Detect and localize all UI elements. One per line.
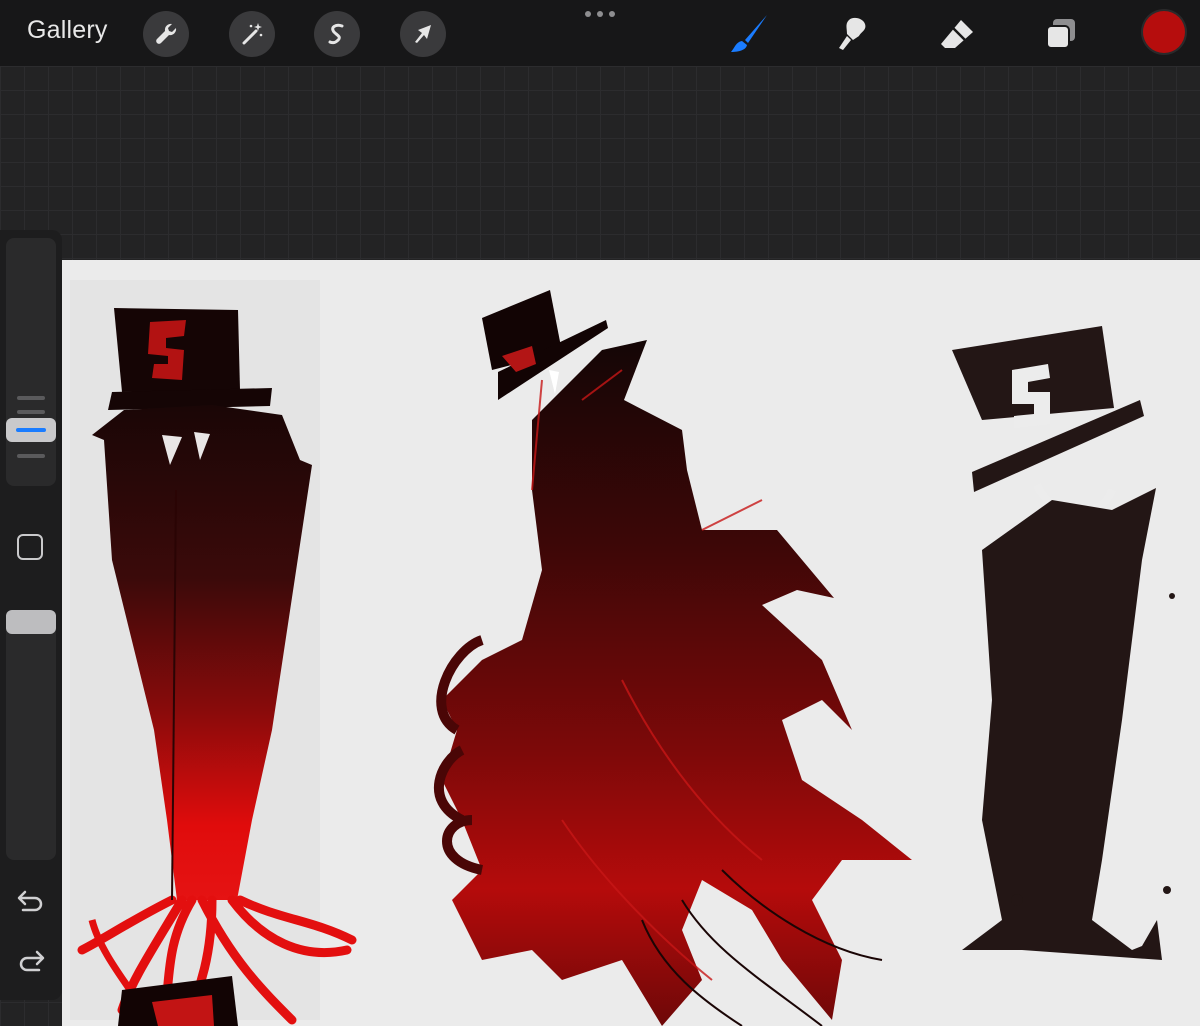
- layers-button[interactable]: [1037, 10, 1085, 58]
- more-options-icon[interactable]: [583, 9, 617, 19]
- smudge-icon: [839, 17, 866, 51]
- magic-wand-icon: [242, 23, 263, 45]
- brush-icon: [731, 15, 767, 52]
- opacity-handle[interactable]: [6, 610, 56, 634]
- brush-size-slider[interactable]: [6, 238, 56, 486]
- arrow-transform-icon: [415, 25, 431, 43]
- modify-button[interactable]: [17, 534, 43, 560]
- black-tophat-figure-right: [952, 326, 1175, 960]
- brush-size-handle[interactable]: [6, 418, 56, 442]
- selection-button[interactable]: [314, 11, 360, 57]
- size-mark-lower: [17, 454, 45, 458]
- artwork: [70, 280, 1175, 1026]
- brush-tool-button[interactable]: [725, 10, 773, 58]
- top-toolbar: Gallery: [0, 0, 1200, 66]
- size-mark-upper: [17, 410, 45, 414]
- actions-button[interactable]: [143, 11, 189, 57]
- eraser-tool-button[interactable]: [933, 10, 981, 58]
- selection-s-icon: [328, 23, 344, 45]
- layers-icon: [1046, 19, 1075, 49]
- adjustments-button[interactable]: [229, 11, 275, 57]
- undo-icon[interactable]: [15, 884, 47, 916]
- red-clawed-figure-center: [434, 290, 912, 1026]
- smudge-tool-button[interactable]: [829, 10, 877, 58]
- gallery-button[interactable]: Gallery: [27, 16, 108, 45]
- color-swatch[interactable]: [1143, 11, 1185, 53]
- transform-button[interactable]: [400, 11, 446, 57]
- wrench-icon: [156, 23, 177, 44]
- drawing-canvas[interactable]: [62, 260, 1200, 1026]
- eraser-icon: [941, 20, 973, 48]
- size-mark-top: [17, 396, 45, 400]
- opacity-slider[interactable]: [6, 610, 56, 860]
- redo-icon[interactable]: [15, 944, 47, 976]
